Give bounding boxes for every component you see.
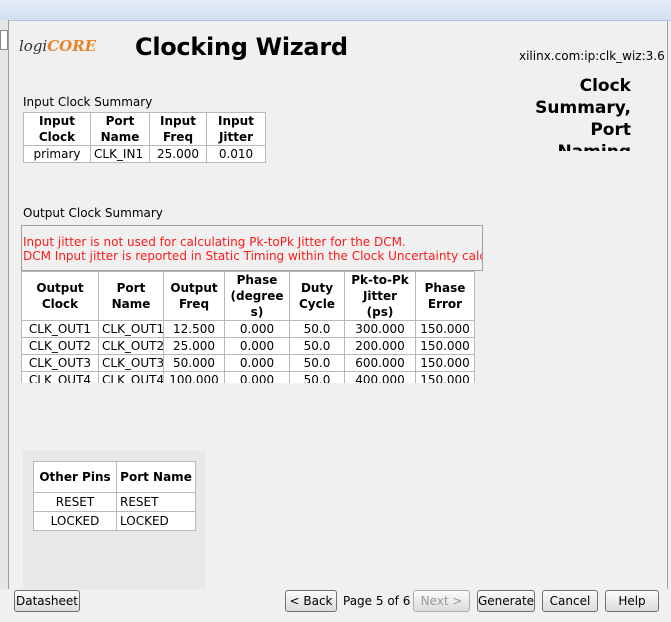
table-row: primary CLK_IN1 25.000 0.010 <box>23 145 266 163</box>
section-title: Clock Summary, Port Naming <box>535 76 631 151</box>
table-row: CLK_OUT1 CLK_OUT1 12.500 0.000 50.0 300.000 15… <box>21 320 475 338</box>
table-cell: 200.000 <box>344 337 416 355</box>
table-cell: 150.000 <box>415 354 475 372</box>
back-button[interactable]: < Back <box>285 590 337 612</box>
output-clock-table: Output Clock Port Name Output Freq Phase (d… <box>21 271 475 383</box>
window-top-strip <box>0 0 671 21</box>
table-cell: CLK_OUT3 <box>21 354 99 372</box>
table-cell: CLK_OUT1 <box>21 320 99 338</box>
column-header: Port Name <box>98 271 164 321</box>
left-panel-edge[interactable] <box>0 20 9 600</box>
table-row: CLK_OUT2 CLK_OUT2 25.000 0.000 50.0 200.000 15… <box>21 337 475 355</box>
table-row: CLK_OUT3 CLK_OUT3 50.000 0.000 50.0 600.000 15… <box>21 354 475 372</box>
table-cell[interactable]: CLK_OUT3 <box>98 354 164 372</box>
cancel-button[interactable]: Cancel <box>542 590 598 612</box>
column-header: Other Pins <box>33 461 117 493</box>
panel-collapse-handle[interactable] <box>0 30 8 50</box>
table-cell: 100.000 <box>163 371 225 383</box>
table-cell: 600.000 <box>344 354 416 372</box>
column-header: Input Freq <box>149 112 207 146</box>
output-clock-table-viewport[interactable]: Output Clock Port Name Output Freq Phase (d… <box>21 271 482 383</box>
table-cell[interactable]: CLK_OUT1 <box>98 320 164 338</box>
table-cell: 50.0 <box>289 320 345 338</box>
table-row: LOCKED LOCKED <box>33 511 196 531</box>
help-button[interactable]: Help <box>605 590 659 612</box>
column-header: Port Name <box>116 461 196 493</box>
table-cell: 150.000 <box>415 320 475 338</box>
column-header: Input Clock <box>23 112 91 146</box>
table-cell[interactable]: CLK_IN1 <box>90 145 150 163</box>
warning-line: Input jitter is not used for calculating… <box>23 235 406 249</box>
table-cell: 0.000 <box>224 371 290 383</box>
table-cell: primary <box>23 145 91 163</box>
table-cell: 25.000 <box>163 337 225 355</box>
table-cell: 0.000 <box>224 337 290 355</box>
jitter-warning-box: Input jitter is not used for calculating… <box>21 225 483 271</box>
table-cell: 0.000 <box>224 354 290 372</box>
column-header: Port Name <box>90 112 150 146</box>
generate-button[interactable]: Generate <box>477 590 535 612</box>
table-row: CLK_OUT4 CLK_OUT4 100.000 0.000 50.0 400.000 1… <box>21 371 475 383</box>
other-pins-table: Other Pins Port Name RESET RESET LOCKED LOCKE… <box>33 461 196 531</box>
table-cell: 50.000 <box>163 354 225 372</box>
column-header: Pk-to-Pk Jitter (ps) <box>344 271 416 321</box>
table-cell: LOCKED <box>33 511 117 531</box>
column-header: Output Clock <box>21 271 99 321</box>
table-cell: 50.0 <box>289 371 345 383</box>
column-header: Phase (degrees) <box>224 271 290 321</box>
output-clock-summary-label: Output Clock Summary <box>23 206 163 220</box>
other-pins-panel: Other Pins Port Name RESET RESET LOCKED LOCKE… <box>23 451 205 591</box>
table-cell[interactable]: RESET <box>116 492 196 512</box>
table-cell: 150.000 <box>415 337 475 355</box>
table-cell: 0.000 <box>224 320 290 338</box>
table-cell[interactable]: CLK_OUT2 <box>98 337 164 355</box>
table-cell: 150.000 <box>415 371 475 383</box>
table-cell: 50.0 <box>289 354 345 372</box>
column-header: Input Jitter <box>206 112 266 146</box>
table-cell: RESET <box>33 492 117 512</box>
logo-prefix: logi <box>19 37 48 55</box>
datasheet-button[interactable]: Datasheet <box>14 590 80 612</box>
next-button[interactable]: Next > <box>413 590 470 612</box>
column-header: Duty Cycle <box>289 271 345 321</box>
table-row: RESET RESET <box>33 492 196 512</box>
input-clock-table: Input Clock Port Name Input Freq Input Jitt… <box>23 112 266 163</box>
input-clock-summary-label: Input Clock Summary <box>23 95 153 109</box>
table-cell[interactable]: CLK_OUT4 <box>98 371 164 383</box>
table-cell[interactable]: LOCKED <box>116 511 196 531</box>
page-title: Clocking Wizard <box>135 33 348 61</box>
column-header: Phase Error <box>415 271 475 321</box>
table-cell: 50.0 <box>289 337 345 355</box>
table-cell: CLK_OUT4 <box>21 371 99 383</box>
column-header: Output Freq <box>163 271 225 321</box>
logicore-logo: logiCORE <box>19 37 96 55</box>
wizard-page: logiCORE Clocking Wizard xilinx.com:ip:c… <box>9 21 668 591</box>
table-cell: 12.500 <box>163 320 225 338</box>
table-cell: 0.010 <box>206 145 266 163</box>
table-cell: 400.000 <box>344 371 416 383</box>
logo-core: CORE <box>47 37 97 55</box>
warning-line: DCM Input jitter is reported in Static T… <box>23 249 483 263</box>
page-indicator: Page 5 of 6 <box>343 594 411 608</box>
table-cell: CLK_OUT2 <box>21 337 99 355</box>
ip-identifier: xilinx.com:ip:clk_wiz:3.6 <box>519 49 665 63</box>
table-cell: 300.000 <box>344 320 416 338</box>
table-cell: 25.000 <box>149 145 207 163</box>
